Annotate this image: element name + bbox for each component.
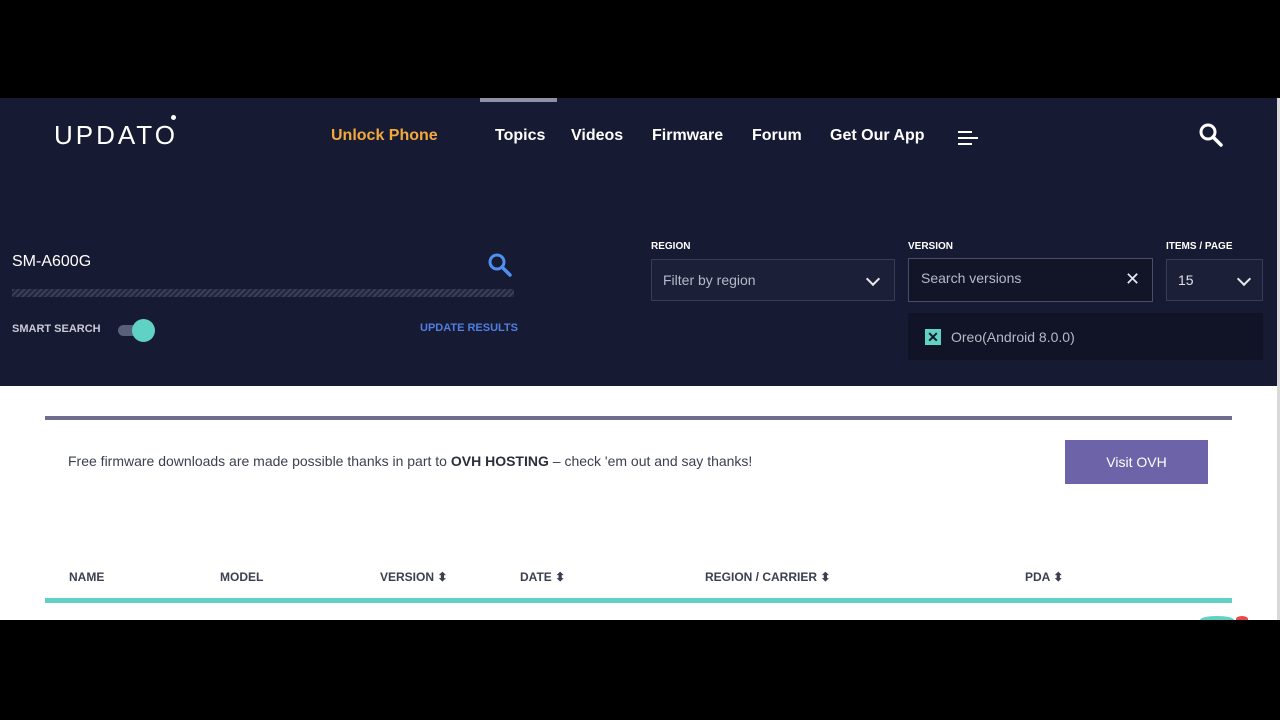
hamburger-menu-icon[interactable] — [958, 131, 980, 145]
browser-viewport: UPDATO Unlock Phone Topics Videos Firmwa… — [0, 98, 1280, 620]
column-header-date-label: DATE — [520, 570, 552, 584]
version-search-input[interactable] — [919, 269, 1123, 287]
smart-search-toggle[interactable] — [118, 319, 158, 342]
column-header-pda[interactable]: PDA ⬍ — [1025, 570, 1063, 584]
nav-firmware[interactable]: Firmware — [652, 127, 723, 145]
clear-icon[interactable]: ✕ — [1125, 269, 1140, 290]
chevron-down-icon — [1236, 271, 1252, 287]
chevron-down-icon — [865, 271, 881, 287]
nav-active-indicator — [480, 98, 557, 102]
nav-topics[interactable]: Topics — [495, 127, 545, 145]
chat-button[interactable] — [1200, 616, 1234, 620]
search-icon[interactable] — [1198, 122, 1224, 148]
nav-videos[interactable]: Videos — [571, 127, 623, 145]
column-header-region-label: REGION / CARRIER — [705, 570, 818, 584]
promo-text-after: – check 'em out and say thanks! — [548, 453, 753, 469]
column-header-date[interactable]: DATE ⬍ — [520, 570, 565, 584]
version-label: VERSION — [908, 241, 954, 252]
promo-sponsor: OVH HOSTING — [450, 453, 549, 469]
items-per-page-select[interactable]: 15 — [1166, 259, 1263, 301]
region-select[interactable]: Filter by region — [651, 259, 895, 301]
promo-message: Free firmware downloads are made possibl… — [68, 453, 752, 469]
column-header-model: MODEL — [220, 570, 264, 584]
region-select-value: Filter by region — [663, 272, 756, 288]
items-per-page-value: 15 — [1178, 272, 1194, 288]
toggle-knob — [132, 319, 155, 342]
column-header-version-label: VERSION — [380, 570, 435, 584]
logo-dot — [171, 115, 176, 120]
search-underline — [12, 289, 514, 297]
column-header-name: NAME — [69, 570, 105, 584]
column-header-pda-label: PDA — [1025, 570, 1050, 584]
site-logo[interactable]: UPDATO — [54, 120, 178, 151]
promo-text-before: Free firmware downloads are made possibl… — [68, 453, 451, 469]
site-header: UPDATO Unlock Phone Topics Videos Firmwa… — [0, 98, 1278, 386]
search-submit-icon[interactable] — [487, 252, 513, 278]
selected-version-label: Oreo(Android 8.0.0) — [951, 329, 1075, 345]
table-header-divider — [45, 598, 1232, 603]
close-icon[interactable]: ✕ — [925, 329, 941, 345]
sort-icon: ⬍ — [437, 570, 448, 584]
column-header-region-carrier[interactable]: REGION / CARRIER ⬍ — [705, 570, 830, 584]
update-results-link[interactable]: UPDATE RESULTS — [420, 322, 518, 334]
sort-icon: ⬍ — [555, 570, 566, 584]
sort-icon: ⬍ — [820, 570, 831, 584]
selected-version-option[interactable]: ✕ Oreo(Android 8.0.0) — [908, 313, 1263, 360]
visit-ovh-button[interactable]: Visit OVH — [1065, 440, 1208, 484]
smart-search-label: SMART SEARCH — [12, 323, 101, 335]
firmware-search-input[interactable]: SM-A600G — [12, 253, 91, 271]
nav-forum[interactable]: Forum — [752, 127, 802, 145]
nav-unlock-phone[interactable]: Unlock Phone — [331, 127, 438, 145]
promo-divider — [45, 416, 1232, 420]
notification-badge — [1236, 616, 1248, 620]
version-search-field[interactable]: ✕ — [908, 258, 1153, 302]
column-header-version[interactable]: VERSION ⬍ — [380, 570, 447, 584]
sort-icon: ⬍ — [1053, 570, 1064, 584]
nav-get-our-app[interactable]: Get Our App — [830, 127, 925, 145]
region-label: REGION — [651, 241, 691, 252]
items-per-page-label: ITEMS / PAGE — [1166, 241, 1233, 252]
